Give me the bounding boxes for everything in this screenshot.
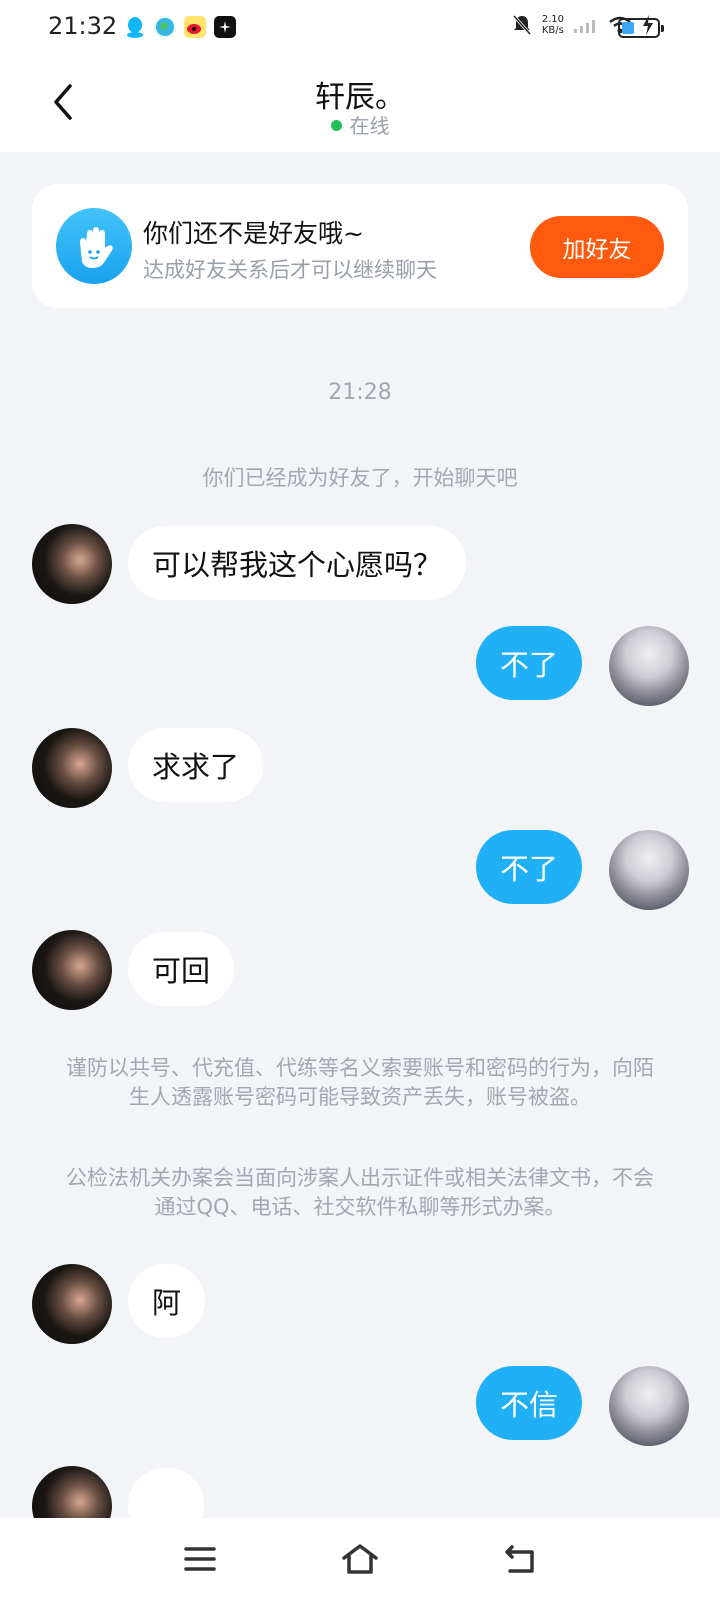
system-nav-bar [0, 1518, 720, 1600]
contact-avatar[interactable] [32, 930, 112, 1010]
wave-hand-icon [56, 208, 132, 284]
mute-bell-icon [512, 15, 531, 35]
browser-icon [154, 16, 176, 38]
my-avatar[interactable] [609, 626, 689, 706]
notification-icons [124, 16, 236, 38]
police-notice: 公检法机关办案会当面向涉案人出示证件或相关法律文书，不会通过QQ、电话、社交软件… [66, 1166, 654, 1219]
menu-button[interactable] [170, 1532, 230, 1586]
message-bubble-incoming[interactable]: 可以帮我这个心愿吗？ [128, 526, 467, 600]
contact-avatar[interactable] [32, 524, 112, 604]
not-friends-card: 你们还不是好友哦~ 达成好友关系后才可以继续聊天 加好友 [32, 184, 688, 308]
message-bubble-outgoing[interactable]: 不了 [475, 626, 582, 700]
online-dot [330, 120, 342, 131]
battery-icon [618, 18, 664, 38]
chat-timestamp: 21:28 [328, 380, 392, 405]
security-warning: 谨防以共号、代充值、代练等名义索要账号和密码的行为，向陌生人透露账号密码可能导致… [66, 1056, 654, 1109]
add-friend-button[interactable]: 加好友 [530, 216, 664, 278]
home-icon [342, 1544, 378, 1574]
weibo-icon [184, 16, 206, 38]
signal-icon [574, 20, 595, 33]
status-time: 21:32 [48, 12, 118, 40]
message-bubble-outgoing[interactable]: 不了 [475, 830, 582, 904]
back-arrow-icon [505, 1545, 534, 1573]
card-subtitle: 达成好友关系后才可以继续聊天 [143, 258, 437, 282]
chat-header: 轩辰。 在线 [0, 56, 720, 152]
network-speed: 2.10 KB/s [541, 14, 564, 36]
system-note: 你们已经成为好友了，开始聊天吧 [202, 466, 518, 490]
message-bubble-outgoing[interactable]: 不信 [475, 1366, 582, 1440]
contact-avatar[interactable] [32, 1264, 112, 1344]
card-title: 你们还不是好友哦~ [143, 219, 364, 248]
home-button[interactable] [330, 1532, 390, 1586]
qq-icon [124, 16, 146, 38]
sparkle-app-icon [214, 16, 236, 38]
back-nav-button[interactable] [490, 1532, 550, 1586]
my-avatar[interactable] [609, 830, 689, 910]
message-bubble-incoming[interactable]: 可回 [128, 932, 235, 1006]
status-bar: 21:32 2.10 KB/s [0, 0, 720, 56]
my-avatar[interactable] [609, 1366, 689, 1446]
message-bubble-incoming[interactable]: 求求了 [128, 728, 264, 802]
menu-icon [184, 1547, 216, 1571]
contact-avatar[interactable] [32, 728, 112, 808]
message-bubble-incoming[interactable]: 阿 [128, 1264, 206, 1338]
online-status: 在线 [0, 110, 720, 139]
